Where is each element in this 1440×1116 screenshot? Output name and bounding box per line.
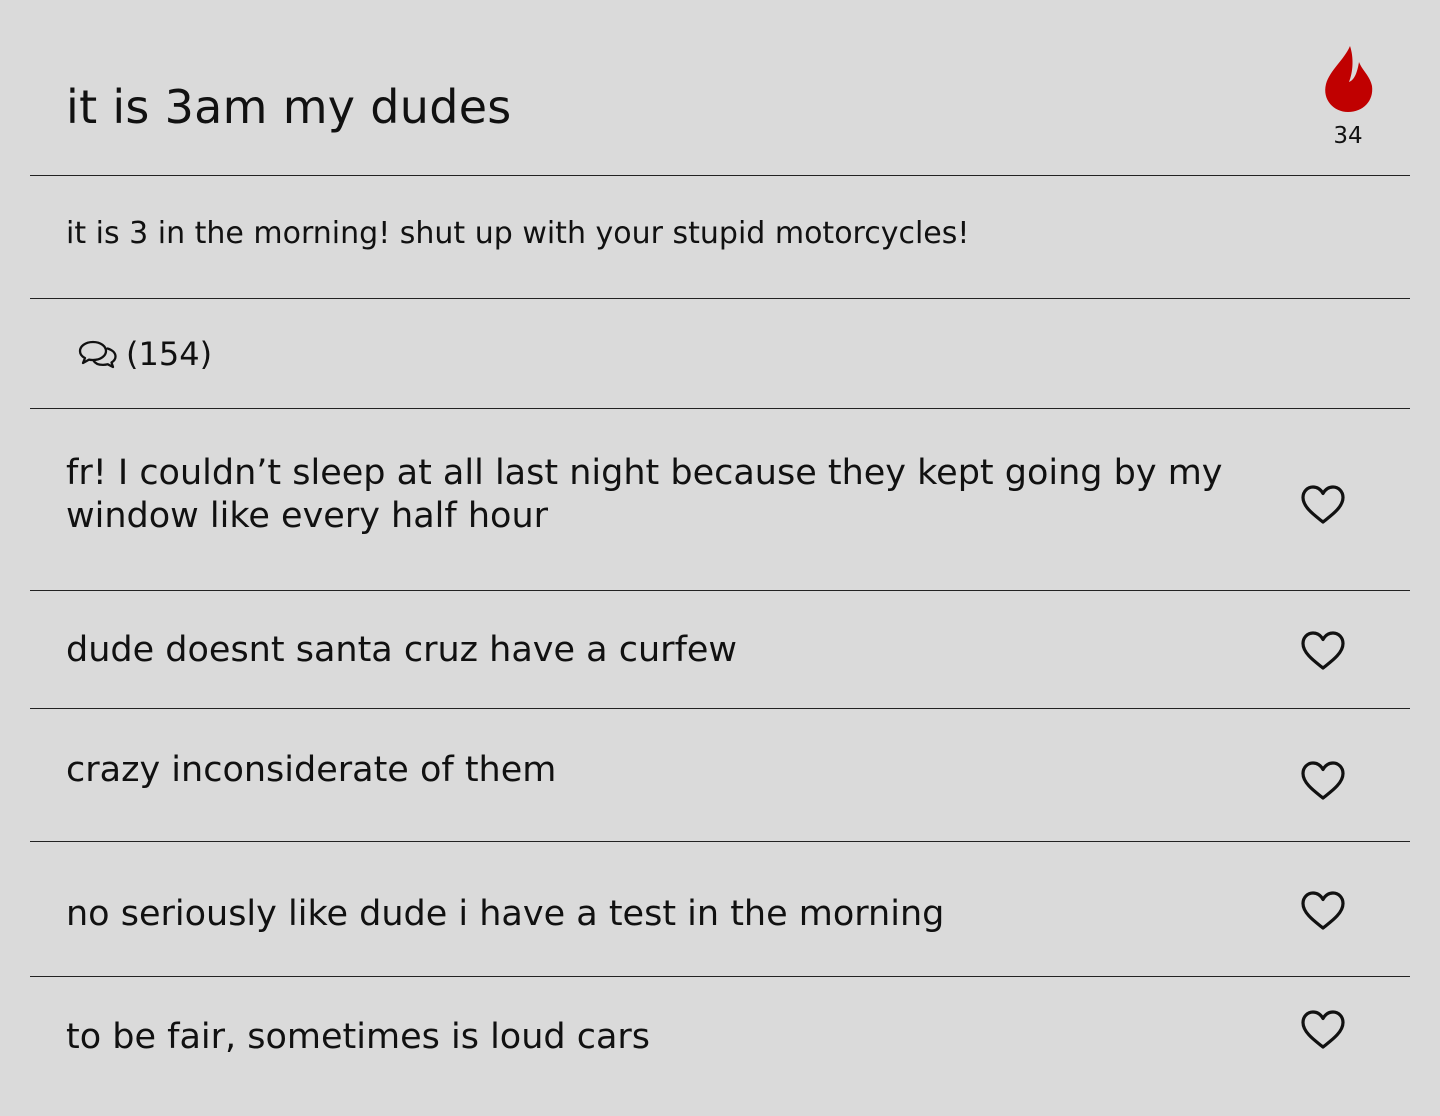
- comment-text: to be fair, sometimes is loud cars: [66, 1017, 651, 1057]
- divider: [30, 708, 1410, 709]
- heart-icon[interactable]: [1300, 630, 1346, 672]
- post-title: it is 3am my dudes: [66, 80, 512, 134]
- flame-icon[interactable]: [1320, 44, 1376, 114]
- heat-count: 34: [1333, 123, 1363, 149]
- comments-toggle[interactable]: (154): [78, 334, 212, 374]
- post-body: it is 3 in the morning! shut up with you…: [66, 216, 970, 251]
- comment-text: dude doesnt santa cruz have a curfew: [66, 630, 738, 670]
- comment-text: crazy inconsiderate of them: [66, 750, 557, 790]
- divider: [30, 841, 1410, 842]
- heart-icon[interactable]: [1300, 484, 1346, 526]
- comment-text: fr! I couldn’t sleep at all last night b…: [66, 453, 1223, 536]
- comment-text: no seriously like dude i have a test in …: [66, 894, 945, 934]
- post-page: { "post": { "title": "it is 3am my dudes…: [0, 0, 1440, 1116]
- heart-icon[interactable]: [1300, 760, 1346, 802]
- heart-icon[interactable]: [1300, 1009, 1346, 1051]
- divider: [30, 408, 1410, 409]
- comments-count: (154): [126, 335, 213, 373]
- heart-icon[interactable]: [1300, 890, 1346, 932]
- divider: [30, 590, 1410, 591]
- chat-bubbles-icon: [78, 340, 117, 369]
- divider: [30, 298, 1410, 299]
- divider: [30, 175, 1410, 176]
- divider: [30, 976, 1410, 977]
